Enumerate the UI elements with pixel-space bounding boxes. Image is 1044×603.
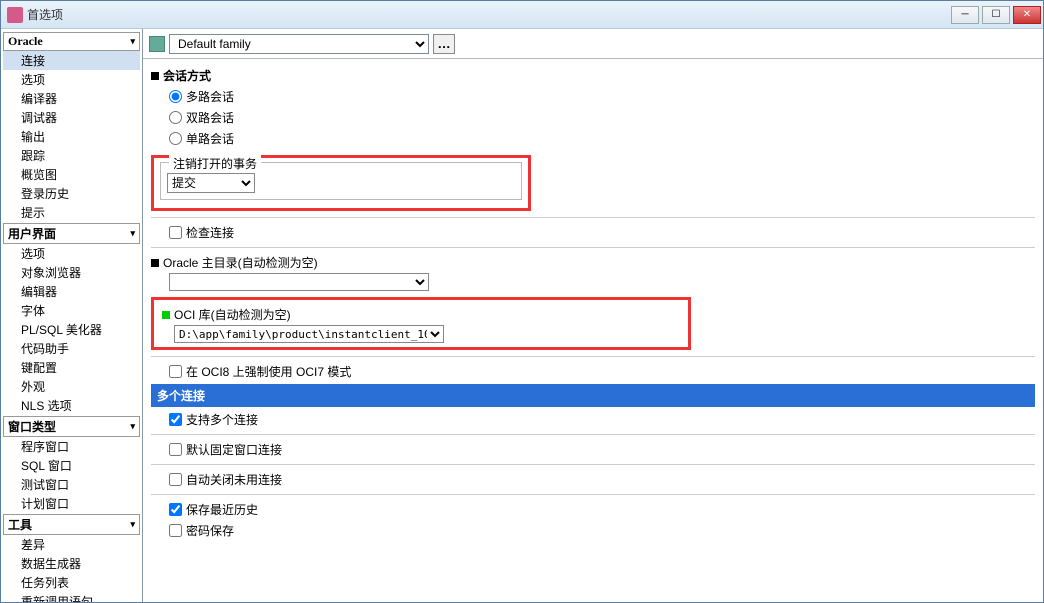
force-oci7-label: 在 OCI8 上强制使用 OCI7 模式: [186, 363, 351, 380]
sidebar-item[interactable]: 差异: [3, 535, 140, 554]
oracle-home-select[interactable]: [169, 273, 429, 291]
sidebar-category[interactable]: Oracle▾: [3, 32, 140, 51]
close-button[interactable]: ✕: [1013, 6, 1041, 24]
sidebar-item[interactable]: 提示: [3, 203, 140, 222]
session-mode-title: 会话方式: [163, 67, 211, 84]
oracle-home-title: Oracle 主目录(自动检测为空): [163, 254, 318, 271]
sidebar-item[interactable]: 对象浏览器: [3, 263, 140, 282]
sidebar-item[interactable]: 代码助手: [3, 339, 140, 358]
sidebar: Oracle▾连接选项编译器调试器输出跟踪概览图登录历史提示用户界面▾选项对象浏…: [1, 29, 143, 602]
app-icon: [7, 7, 23, 23]
highlight-box-1: 注销打开的事务 提交: [151, 155, 531, 211]
highlight-box-2: OCI 库(自动检测为空) D:\app\family\product\inst…: [151, 297, 691, 350]
session-mode-label: 单路会话: [186, 130, 234, 147]
sidebar-item[interactable]: 编辑器: [3, 282, 140, 301]
sidebar-category[interactable]: 用户界面▾: [3, 223, 140, 244]
logoff-select[interactable]: 提交: [167, 173, 255, 193]
save-password-label: 密码保存: [186, 522, 234, 539]
sidebar-item[interactable]: 任务列表: [3, 573, 140, 592]
sidebar-item[interactable]: 输出: [3, 127, 140, 146]
sidebar-category[interactable]: 工具▾: [3, 514, 140, 535]
sidebar-item[interactable]: 编译器: [3, 89, 140, 108]
save-recent-label: 保存最近历史: [186, 501, 258, 518]
session-mode-label: 多路会话: [186, 88, 234, 105]
session-mode-radio[interactable]: [169, 111, 182, 124]
allow-multi-checkbox[interactable]: [169, 413, 182, 426]
oci-path-select[interactable]: D:\app\family\product\instantclient_10_2…: [174, 325, 444, 343]
family-icon: [149, 36, 165, 52]
sidebar-item[interactable]: 概览图: [3, 165, 140, 184]
sidebar-item[interactable]: 测试窗口: [3, 475, 140, 494]
multi-connection-header: 多个连接: [151, 384, 1035, 407]
oci-title: OCI 库(自动检测为空): [174, 306, 291, 323]
session-mode-radio[interactable]: [169, 90, 182, 103]
sidebar-item[interactable]: 登录历史: [3, 184, 140, 203]
sidebar-item[interactable]: 重新调用语句: [3, 592, 140, 602]
content-pane: 会话方式 多路会话双路会话单路会话 注销打开的事务 提交 检查连接: [143, 59, 1043, 602]
auto-close-label: 自动关闭未用连接: [186, 471, 282, 488]
session-mode-label: 双路会话: [186, 109, 234, 126]
auto-close-checkbox[interactable]: [169, 473, 182, 486]
sidebar-item[interactable]: 字体: [3, 301, 140, 320]
bullet-icon: [151, 259, 159, 267]
sidebar-item[interactable]: 选项: [3, 244, 140, 263]
session-mode-radio[interactable]: [169, 132, 182, 145]
allow-multi-label: 支持多个连接: [186, 411, 258, 428]
minimize-button[interactable]: ─: [951, 6, 979, 24]
family-more-button[interactable]: …: [433, 34, 455, 54]
bullet-icon-green: [162, 311, 170, 319]
sidebar-item[interactable]: 键配置: [3, 358, 140, 377]
save-recent-checkbox[interactable]: [169, 503, 182, 516]
sidebar-item[interactable]: 计划窗口: [3, 494, 140, 513]
logoff-legend: 注销打开的事务: [169, 155, 261, 172]
bullet-icon: [151, 72, 159, 80]
sidebar-item[interactable]: 跟踪: [3, 146, 140, 165]
sidebar-item[interactable]: 外观: [3, 377, 140, 396]
window-title: 首选项: [27, 6, 951, 23]
sidebar-item[interactable]: 程序窗口: [3, 437, 140, 456]
maximize-button[interactable]: ☐: [982, 6, 1010, 24]
toolbar: Default family …: [143, 29, 1043, 59]
save-password-checkbox[interactable]: [169, 524, 182, 537]
sidebar-category[interactable]: 窗口类型▾: [3, 416, 140, 437]
sidebar-item[interactable]: 连接: [3, 51, 140, 70]
sidebar-item[interactable]: 选项: [3, 70, 140, 89]
fixed-window-label: 默认固定窗口连接: [186, 441, 282, 458]
sidebar-item[interactable]: PL/SQL 美化器: [3, 320, 140, 339]
sidebar-item[interactable]: NLS 选项: [3, 396, 140, 415]
titlebar: 首选项 ─ ☐ ✕: [1, 1, 1043, 29]
family-select[interactable]: Default family: [169, 34, 429, 54]
sidebar-item[interactable]: SQL 窗口: [3, 456, 140, 475]
check-connection-checkbox[interactable]: [169, 226, 182, 239]
sidebar-item[interactable]: 数据生成器: [3, 554, 140, 573]
force-oci7-checkbox[interactable]: [169, 365, 182, 378]
sidebar-item[interactable]: 调试器: [3, 108, 140, 127]
fixed-window-checkbox[interactable]: [169, 443, 182, 456]
check-connection-label: 检查连接: [186, 224, 234, 241]
